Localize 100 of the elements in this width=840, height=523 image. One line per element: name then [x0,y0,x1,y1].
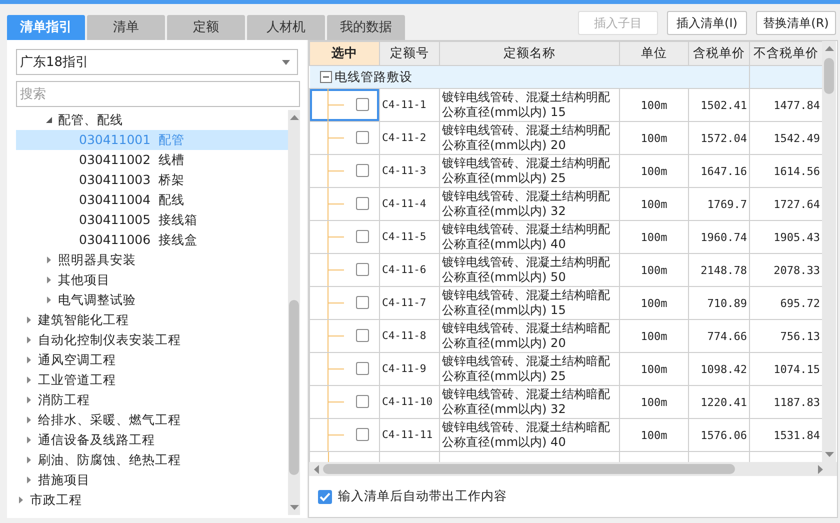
tree-item[interactable]: 建筑智能化工程 [16,310,288,330]
unit-cell: 100m [620,352,688,386]
scroll-right-icon[interactable] [818,464,824,474]
tree-item[interactable]: 给排水、采暖、燃气工程 [16,410,288,430]
tree-item[interactable]: 030411006 接线盒 [16,230,288,250]
quota-code: C4-11-9 [380,352,440,386]
select-cell[interactable] [310,352,380,386]
vertical-scrollbar[interactable] [288,110,300,515]
quota-code: C4-11-10 [380,386,440,418]
quota-name: 镀锌电线管砖、混凝土结构暗配公称直径(mm以内) 15 [440,286,620,320]
checkbox[interactable] [356,263,369,276]
tree-item[interactable]: 030411003 桥架 [16,170,288,190]
column-header[interactable]: 定额号 [380,42,440,66]
price-cell: 1576.06 [688,418,750,452]
tab[interactable]: 清单 [87,15,165,40]
tab[interactable]: 我的数据 [327,15,405,40]
checkbox[interactable] [356,230,369,243]
scrollbar-thumb[interactable] [322,464,735,474]
tree-item[interactable]: 其他项目 [16,270,288,290]
column-header[interactable]: 不含税单价 [750,42,822,66]
toolbar-button[interactable]: 替换清单(R) [756,11,836,35]
select-cell[interactable] [310,88,380,122]
tree-item[interactable]: 通信设备及线路工程 [16,430,288,450]
column-header[interactable]: 定额名称 [440,42,620,66]
search-field[interactable]: 搜索 [16,81,300,107]
checkbox[interactable] [356,362,369,375]
quota-code: C4-11-7 [380,286,440,320]
select-cell[interactable] [310,220,380,254]
quota-name: 镀锌电线管砖、混凝土结构明配公称直径(mm以内) 32 [440,188,620,220]
tab[interactable]: 人材机 [247,15,325,40]
select-cell[interactable] [310,122,380,154]
price-cell: 1647.16 [688,154,750,188]
select-cell[interactable] [310,320,380,352]
select-cell[interactable] [310,254,380,286]
unit-cell: 100m [620,88,688,122]
checkbox[interactable] [356,98,369,111]
column-header[interactable]: 单位 [620,42,688,66]
tree-item[interactable]: 030411004 配线 [16,190,288,210]
group-row[interactable]: 电线管路敷设 [310,66,750,88]
tree-item[interactable]: 刷油、防腐蚀、绝热工程 [16,450,288,470]
tree-item[interactable]: 照明器具安装 [16,250,288,270]
quota-code: C4-11-11 [380,418,440,452]
tree-item[interactable]: 030411002 线槽 [16,150,288,170]
price-cell: 1098.42 [688,352,750,386]
quota-code: C4-11-4 [380,188,440,220]
quota-name: 镀锌电线管砖、混凝土结构暗配公称直径(mm以内) 40 [440,418,620,452]
scrollbar-thumb[interactable] [289,300,299,475]
column-header[interactable]: 含税单价 [688,42,750,66]
scroll-down-icon[interactable] [290,505,298,510]
price-cell: 710.89 [688,286,750,320]
select-cell[interactable] [310,188,380,220]
scroll-up-icon[interactable] [824,46,834,51]
quota-name: 镀锌电线管砖、混凝土结构明配公称直径(mm以内) 15 [440,88,620,122]
scroll-left-icon[interactable] [314,464,319,474]
collapse-icon[interactable] [320,70,332,82]
quota-name: 镀锌电线管砖、混凝土结构暗配公称直径(mm以内) 25 [440,352,620,386]
unit-cell: 100m [620,154,688,188]
quota-code: C4-11-2 [380,122,440,154]
unit-cell: 100m [620,320,688,352]
tree-item[interactable]: 通风空调工程 [16,350,288,370]
tab[interactable]: 定额 [167,15,245,40]
toolbar-button[interactable]: 插入清单(I) [667,11,747,35]
quota-code: C4-11-5 [380,220,440,254]
horizontal-scrollbar[interactable] [309,462,837,476]
checkbox[interactable] [356,164,369,177]
checkbox[interactable] [356,395,369,408]
scroll-up-icon[interactable] [290,115,298,120]
unit-cell: 100m [620,122,688,154]
tree-item[interactable]: 配管、配线 [16,110,288,130]
price-cell: 1769.7 [688,188,750,220]
scrollbar-thumb[interactable] [824,58,834,94]
quota-name: 镀锌电线管砖、混凝土结构明配公称直径(mm以内) 40 [440,220,620,254]
price-cell: 1220.41 [688,386,750,418]
select-cell[interactable] [310,386,380,418]
quota-code: C4-11-3 [380,154,440,188]
select-cell[interactable] [310,154,380,188]
checkbox[interactable] [356,329,369,342]
tree-item[interactable]: 措施项目 [16,470,288,490]
scroll-down-icon[interactable] [824,452,834,457]
select-cell[interactable] [310,286,380,320]
guide-dropdown[interactable]: 广东18指引 [16,49,298,75]
tree-item[interactable]: 消防工程 [16,390,288,410]
tree-item[interactable]: 自动化控制仪表安装工程 [16,330,288,350]
tree-item[interactable]: 电气调整试验 [16,290,288,310]
checkbox[interactable] [356,131,369,144]
tree-item[interactable]: 030411005 接线箱 [16,210,288,230]
checkbox[interactable] [318,490,332,504]
tree-item[interactable]: 工业管道工程 [16,370,288,390]
column-header[interactable]: 选中 [310,42,380,66]
checkbox[interactable] [356,428,369,441]
select-cell[interactable] [310,418,380,452]
quota-name: 镀锌电线管砖、混凝土结构暗配公称直径(mm以内) 20 [440,320,620,352]
checkbox[interactable] [356,197,369,210]
tree-item[interactable]: 市政工程 [16,490,288,510]
checkbox[interactable] [356,296,369,309]
price-cell: 774.66 [688,320,750,352]
caret-icon [282,60,290,64]
quota-name: 镀锌电线管砖、混凝土结构明配公称直径(mm以内) 25 [440,154,620,188]
vertical-scrollbar[interactable] [822,41,836,462]
expanded-arrow-icon[interactable] [44,115,54,125]
